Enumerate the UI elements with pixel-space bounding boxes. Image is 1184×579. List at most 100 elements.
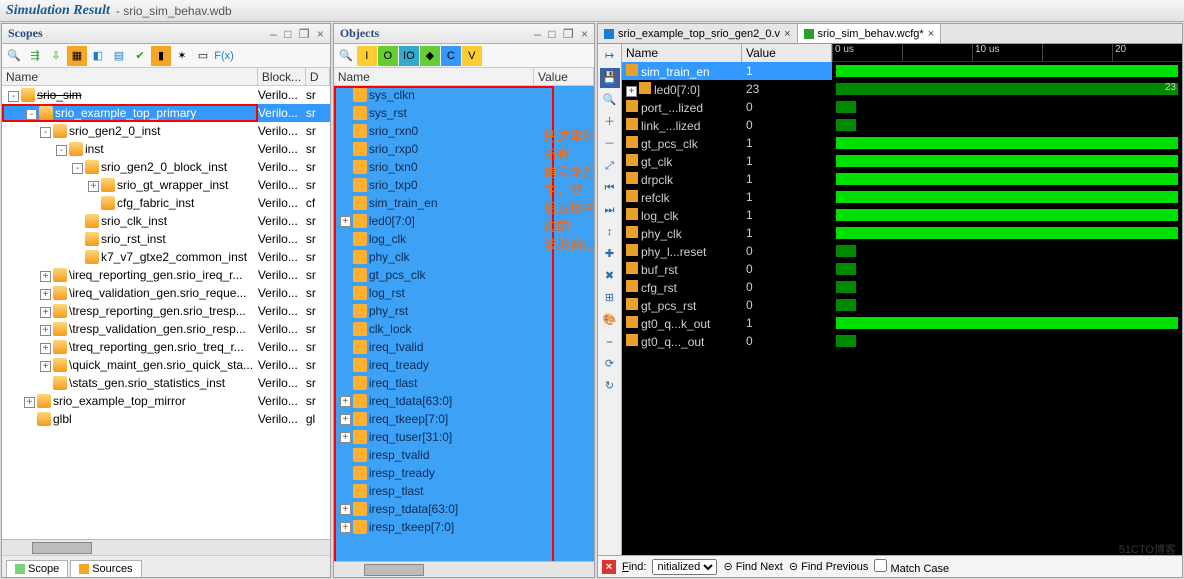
fit-icon[interactable]: ⤢ [600,156,620,176]
signal-row[interactable]: gt0_q...k_out1 [622,314,832,332]
star-icon[interactable]: ✶ [172,46,192,66]
col-name[interactable]: Name [2,68,258,85]
tree-row[interactable]: -instVerilo...sr [2,140,330,158]
prev-edge-icon[interactable]: ⏮ [600,178,620,198]
object-row[interactable]: + ireq_tdata[63:0] [334,392,594,410]
maximize-icon[interactable]: □ [284,27,291,41]
add-icon[interactable]: ✚ [600,244,620,264]
c-icon[interactable]: C [441,46,461,66]
signal-row[interactable]: +led0[7:0]23 [622,80,832,98]
tab-scope[interactable]: Scope [6,560,68,577]
tree-row[interactable]: +\ireq_validation_gen.srio_reque...Veril… [2,284,330,302]
object-row[interactable]: + iresp_tlast [334,482,594,500]
collapse-icon[interactable]: ⇩ [46,46,66,66]
signal-row[interactable]: phy_l...reset0 [622,242,832,260]
tree-row[interactable]: cfg_fabric_instVerilo...cf [2,194,330,212]
zoom-icon[interactable]: 🔍 [600,90,620,110]
object-row[interactable]: + gt_pcs_clk [334,266,594,284]
expand-icon[interactable]: ⇶ [25,46,45,66]
reload-icon[interactable]: ⟳ [600,354,620,374]
fx-icon[interactable]: F(x) [214,46,234,66]
tree-row[interactable]: +\tresp_reporting_gen.srio_tresp...Veril… [2,302,330,320]
check-icon[interactable]: ✔ [130,46,150,66]
signal-row[interactable]: sim_train_en1 [622,62,832,80]
object-row[interactable]: + sys_clkn [334,86,594,104]
object-row[interactable]: + ireq_tlast [334,374,594,392]
cube-icon[interactable]: ◧ [88,46,108,66]
io-icon[interactable]: IO [399,46,419,66]
object-row[interactable]: + phy_rst [334,302,594,320]
int-icon[interactable]: ◆ [420,46,440,66]
tree-row[interactable]: srio_rst_instVerilo...sr [2,230,330,248]
minimize-icon[interactable]: – [270,27,277,41]
tree-row[interactable]: +srio_gt_wrapper_instVerilo...sr [2,176,330,194]
search-icon[interactable]: 🔍 [4,46,24,66]
tree-row[interactable]: +srio_example_top_mirrorVerilo...sr [2,392,330,410]
match-case-checkbox[interactable]: Match Case [874,559,949,575]
objects-hscroll[interactable] [334,561,594,577]
goto-icon[interactable]: ↦ [600,46,620,66]
search-icon[interactable]: 🔍 [336,46,356,66]
tree-row[interactable]: +\tresp_validation_gen.srio_resp...Veril… [2,320,330,338]
signal-table[interactable]: Name Value sim_train_en1+led0[7:0]23port… [622,44,832,555]
signal-row[interactable]: link_...lized0 [622,116,832,134]
object-row[interactable]: + ireq_tkeep[7:0] [334,410,594,428]
tree-row[interactable]: \stats_gen.srio_statistics_instVerilo...… [2,374,330,392]
object-row[interactable]: + iresp_tkeep[7:0] [334,518,594,536]
page-icon[interactable]: ▭ [193,46,213,66]
col-d[interactable]: D [306,68,330,85]
waveform-area[interactable]: 0 us10 us20 23 [832,44,1182,555]
tree-row[interactable]: -srio_gen2_0_instVerilo...sr [2,122,330,140]
signal-row[interactable]: gt_clk1 [622,152,832,170]
signal-row[interactable]: port_...lized0 [622,98,832,116]
tab-sources[interactable]: Sources [70,560,141,577]
signal-row[interactable]: gt0_q..._out0 [622,332,832,350]
sig-col-name[interactable]: Name [622,44,742,62]
group-icon[interactable]: ⊞ [600,288,620,308]
save-icon[interactable]: 💾 [600,68,620,88]
tree-row[interactable]: +\ireq_reporting_gen.srio_ireq_r...Veril… [2,266,330,284]
zoomout-icon[interactable]: － [600,134,620,154]
tree-row[interactable]: +\treq_reporting_gen.srio_treq_r...Veril… [2,338,330,356]
tree-row[interactable]: -srio_gen2_0_block_instVerilo...sr [2,158,330,176]
divider-icon[interactable]: ⎯ [600,332,620,352]
restore-icon[interactable]: ❐ [563,27,574,41]
object-row[interactable]: + log_rst [334,284,594,302]
color-icon[interactable]: 🎨 [600,310,620,330]
object-row[interactable]: + iresp_tvalid [334,446,594,464]
close-icon[interactable]: × [581,27,588,41]
v-icon[interactable]: V [462,46,482,66]
scopes-hscroll[interactable] [2,539,330,555]
scopes-tree[interactable]: -srio_simVerilo...sr-srio_example_top_pr… [2,86,330,539]
signal-row[interactable]: phy_clk1 [622,224,832,242]
signal-row[interactable]: drpclk1 [622,170,832,188]
minimize-icon[interactable]: – [534,27,541,41]
sig-col-value[interactable]: Value [742,44,832,62]
tree-row[interactable]: k7_v7_gtxe2_common_instVerilo...sr [2,248,330,266]
relaunch-icon[interactable]: ↻ [600,376,620,396]
find-select[interactable]: nitialized [652,559,717,575]
next-edge-icon[interactable]: ⏭ [600,200,620,220]
close-icon[interactable]: × [317,27,324,41]
tree-row[interactable]: -srio_example_top_primaryVerilo...sr [2,104,330,122]
find-prev-button[interactable]: ⊝ Find Previous [789,560,869,573]
tree-row[interactable]: +\quick_maint_gen.srio_quick_sta...Veril… [2,356,330,374]
object-row[interactable]: + clk_lock [334,320,594,338]
signal-row[interactable]: refclk1 [622,188,832,206]
maximize-icon[interactable]: □ [548,27,555,41]
cursor-icon[interactable]: ↕ [600,222,620,242]
tab-close-icon[interactable]: × [784,28,790,40]
col-value[interactable]: Value [534,68,594,85]
out-icon[interactable]: O [378,46,398,66]
rm-icon[interactable]: ✖ [600,266,620,286]
object-row[interactable]: + ireq_tvalid [334,338,594,356]
restore-icon[interactable]: ❐ [299,27,310,41]
tab-close-icon[interactable]: × [928,28,934,40]
object-row[interactable]: + ireq_tready [334,356,594,374]
tree-row[interactable]: glblVerilo...gl [2,410,330,428]
tree-row[interactable]: -srio_simVerilo...sr [2,86,330,104]
doc-icon[interactable]: ▤ [109,46,129,66]
filter-icon[interactable]: ▦ [67,46,87,66]
signal-row[interactable]: cfg_rst0 [622,278,832,296]
object-row[interactable]: + sys_rst [334,104,594,122]
